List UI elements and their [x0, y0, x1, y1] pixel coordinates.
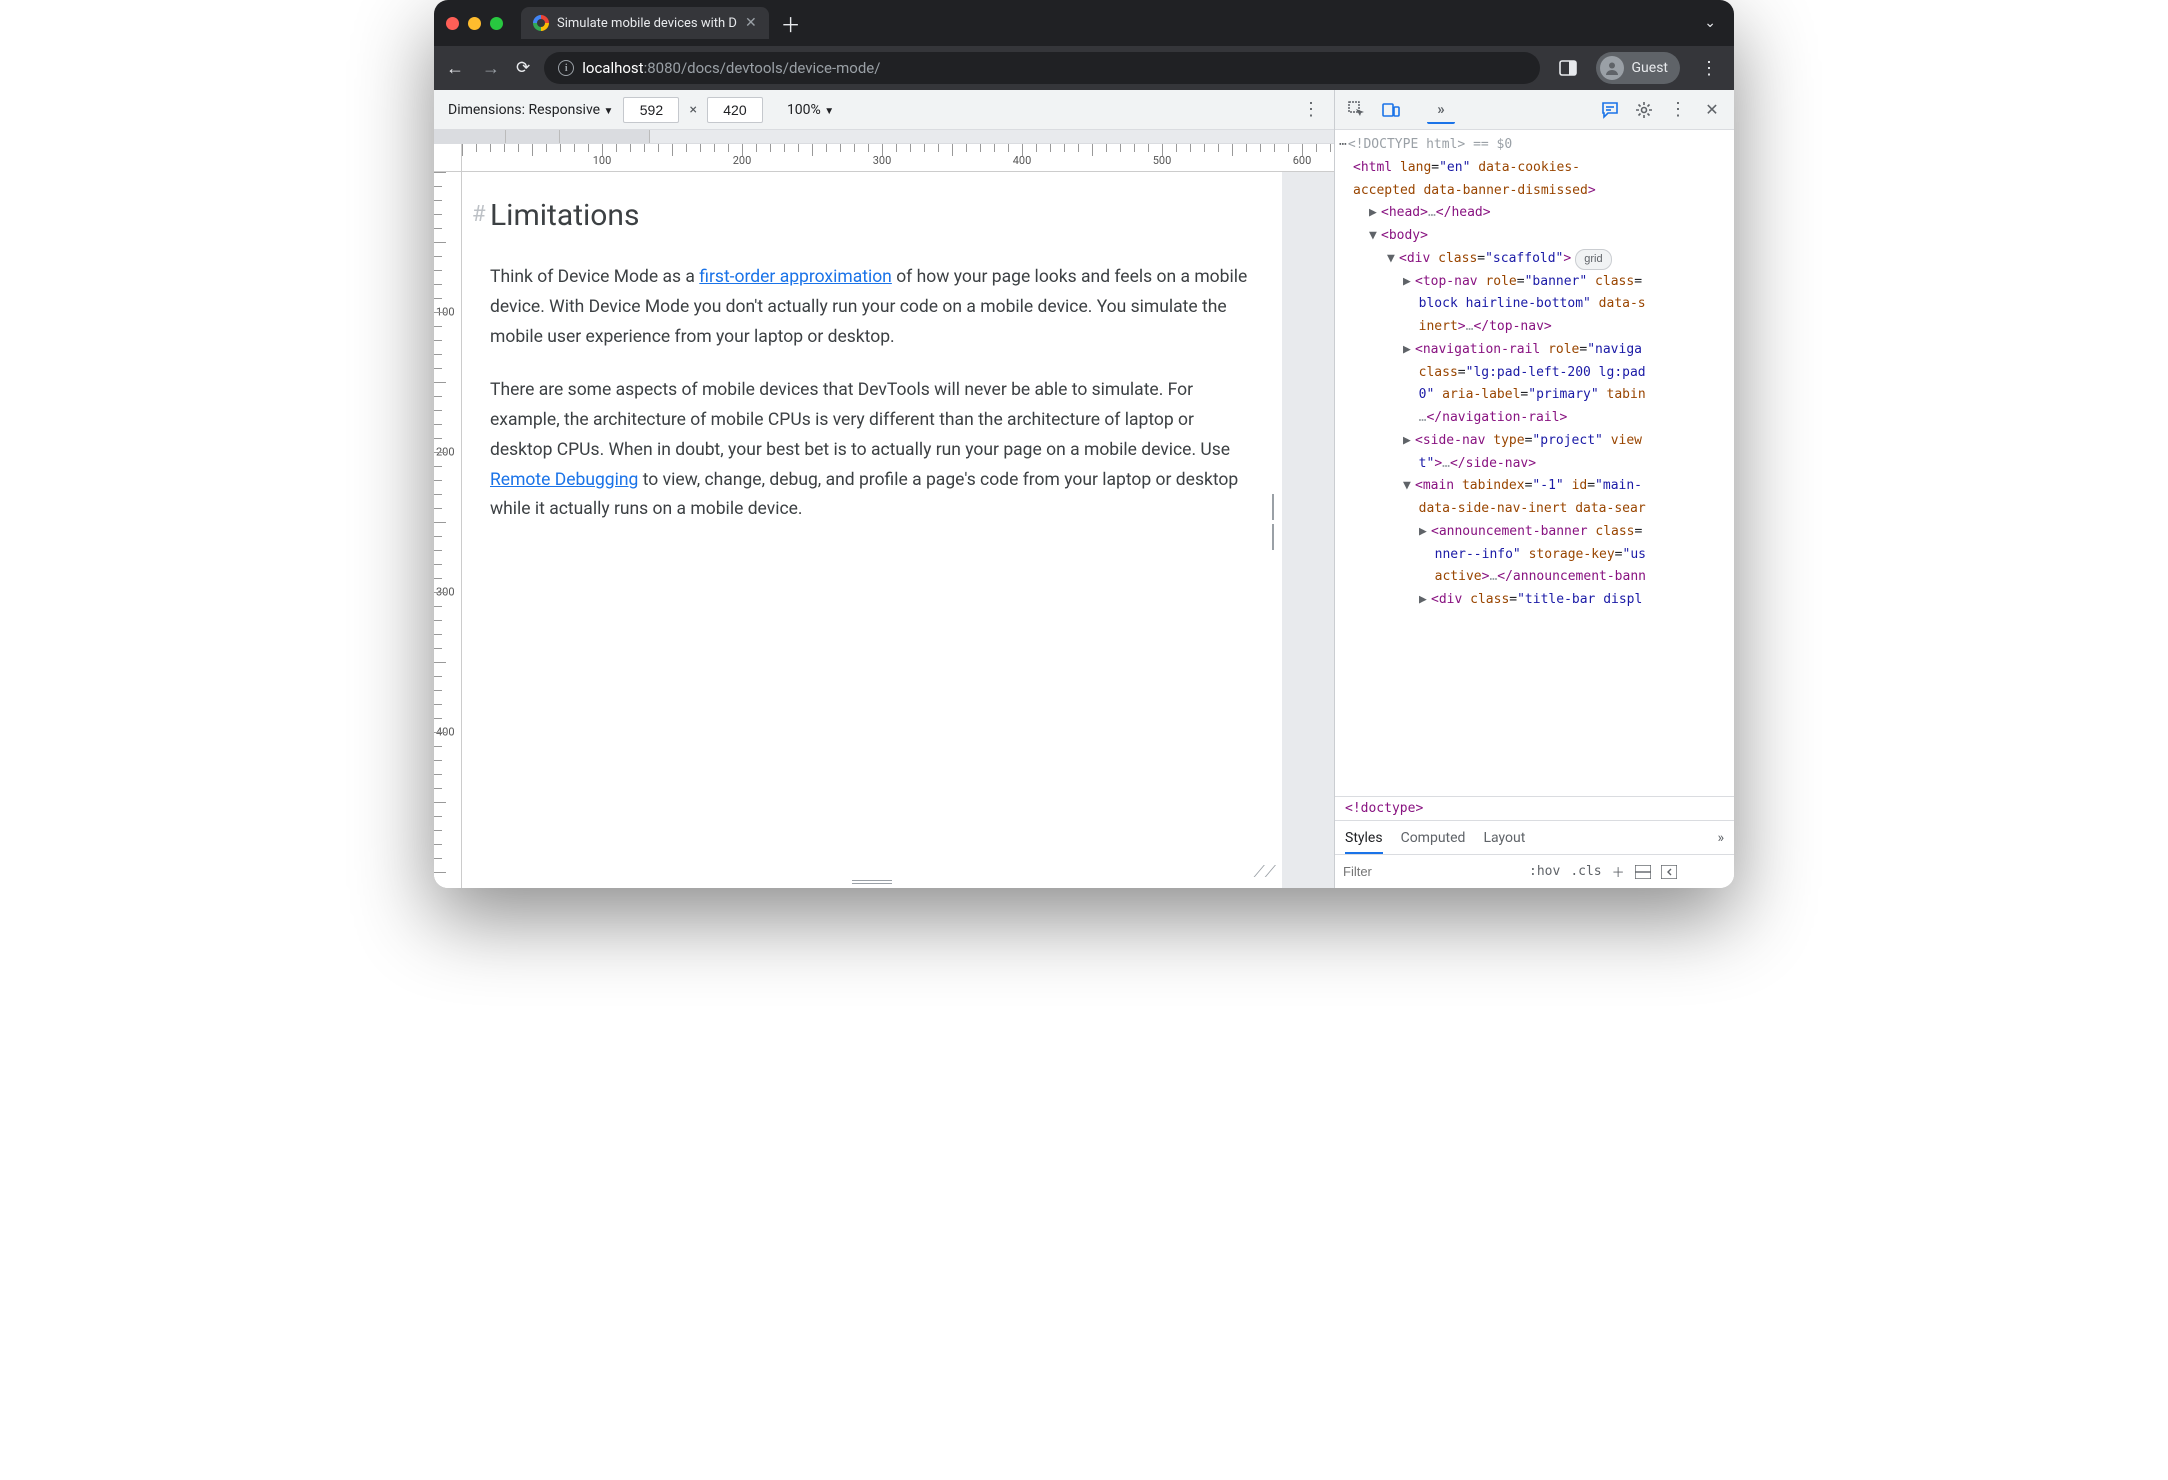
- vertical-ruler: 100 200 300 400: [434, 172, 462, 888]
- profile-label: Guest: [1632, 60, 1668, 76]
- page-heading: #Limitations: [490, 190, 1254, 241]
- width-input[interactable]: [623, 97, 679, 123]
- tab-layout[interactable]: Layout: [1483, 830, 1525, 846]
- devtools-close-button[interactable]: ✕: [1698, 96, 1726, 124]
- page-frame[interactable]: #Limitations Think of Device Mode as a f…: [462, 172, 1282, 888]
- dimensions-dropdown[interactable]: Dimensions: Responsive ▼: [448, 102, 613, 118]
- reload-button[interactable]: ⟳: [516, 58, 530, 78]
- back-button[interactable]: ←: [444, 58, 466, 79]
- computed-toggle-icon[interactable]: [1635, 865, 1651, 879]
- tab-styles[interactable]: Styles: [1345, 830, 1383, 854]
- horizontal-resize-handle[interactable]: [852, 880, 892, 884]
- tab-strip: Simulate mobile devices with D ✕ ＋ ⌄: [434, 0, 1734, 46]
- close-window-button[interactable]: [446, 17, 459, 30]
- device-toggle-button[interactable]: [1377, 96, 1405, 124]
- corner-resize-handle[interactable]: ⟋⟋: [1254, 862, 1276, 882]
- devtools-panel: » ⋮ ✕ ⋯<!DOCTYPE html> == $0 <html lang=…: [1334, 90, 1734, 888]
- dimension-separator: ×: [689, 102, 696, 118]
- address-bar-row: ← → ⟳ i localhost:8080/docs/devtools/dev…: [434, 46, 1734, 90]
- new-tab-button[interactable]: ＋: [781, 9, 801, 38]
- panel-toggle-icon[interactable]: [1554, 54, 1582, 82]
- tab-title: Simulate mobile devices with D: [557, 16, 737, 31]
- new-style-button[interactable]: ＋: [1612, 862, 1625, 881]
- filter-input[interactable]: [1343, 864, 1519, 879]
- forward-button[interactable]: →: [480, 58, 502, 79]
- minimize-window-button[interactable]: [468, 17, 481, 30]
- horizontal-ruler: 100 200 300 400 500 600: [462, 144, 1334, 172]
- tab-overflow-button[interactable]: ⌄: [1698, 15, 1722, 31]
- devtools-toolbar: » ⋮ ✕: [1335, 90, 1734, 130]
- sidebar-toggle-icon[interactable]: [1661, 865, 1677, 879]
- ruler-corner: [434, 144, 462, 172]
- first-order-link[interactable]: first-order approximation: [699, 267, 892, 287]
- browser-menu-button[interactable]: ⋮: [1694, 58, 1724, 79]
- close-tab-button[interactable]: ✕: [745, 15, 757, 31]
- inspect-element-button[interactable]: [1343, 96, 1371, 124]
- styles-filter-row: :hov .cls ＋: [1335, 854, 1734, 888]
- dom-tree[interactable]: ⋯<!DOCTYPE html> == $0 <html lang="en" d…: [1335, 130, 1734, 796]
- zoom-dropdown[interactable]: 100% ▼: [787, 102, 834, 118]
- avatar-icon: [1600, 56, 1624, 80]
- omnibox[interactable]: i localhost:8080/docs/devtools/device-mo…: [544, 52, 1539, 84]
- profile-chip[interactable]: Guest: [1596, 52, 1680, 84]
- hover-toggle[interactable]: :hov: [1529, 864, 1560, 879]
- styles-tabs-overflow[interactable]: »: [1717, 830, 1724, 846]
- settings-button[interactable]: [1630, 96, 1658, 124]
- tab-computed[interactable]: Computed: [1401, 830, 1466, 846]
- browser-tab[interactable]: Simulate mobile devices with D ✕: [521, 7, 769, 39]
- maximize-window-button[interactable]: [490, 17, 503, 30]
- breakpoint-bar[interactable]: [434, 130, 1334, 144]
- tabs-overflow-button[interactable]: »: [1427, 96, 1455, 124]
- devtools-menu-button[interactable]: ⋮: [1664, 96, 1692, 124]
- class-toggle[interactable]: .cls: [1570, 864, 1601, 879]
- device-toolbar-menu[interactable]: ⋮: [1302, 99, 1320, 120]
- remote-debugging-link[interactable]: Remote Debugging: [490, 470, 638, 490]
- breadcrumb[interactable]: <!doctype>: [1335, 796, 1734, 820]
- window-controls: [446, 17, 503, 30]
- device-viewport: #Limitations Think of Device Mode as a f…: [462, 172, 1334, 888]
- heading-anchor-icon[interactable]: #: [472, 196, 486, 233]
- device-toolbar: Dimensions: Responsive ▼ × 100% ▼ ⋮: [434, 90, 1334, 130]
- vertical-resize-handle[interactable]: [1272, 494, 1278, 550]
- styles-tabs: Styles Computed Layout »: [1335, 820, 1734, 854]
- feedback-button[interactable]: [1596, 96, 1624, 124]
- page-paragraph: There are some aspects of mobile devices…: [490, 376, 1254, 525]
- url-text: localhost:8080/docs/devtools/device-mode…: [582, 59, 880, 77]
- page-paragraph: Think of Device Mode as a first-order ap…: [490, 263, 1254, 352]
- height-input[interactable]: [707, 97, 763, 123]
- site-info-icon[interactable]: i: [558, 60, 574, 76]
- chrome-favicon-icon: [533, 15, 549, 31]
